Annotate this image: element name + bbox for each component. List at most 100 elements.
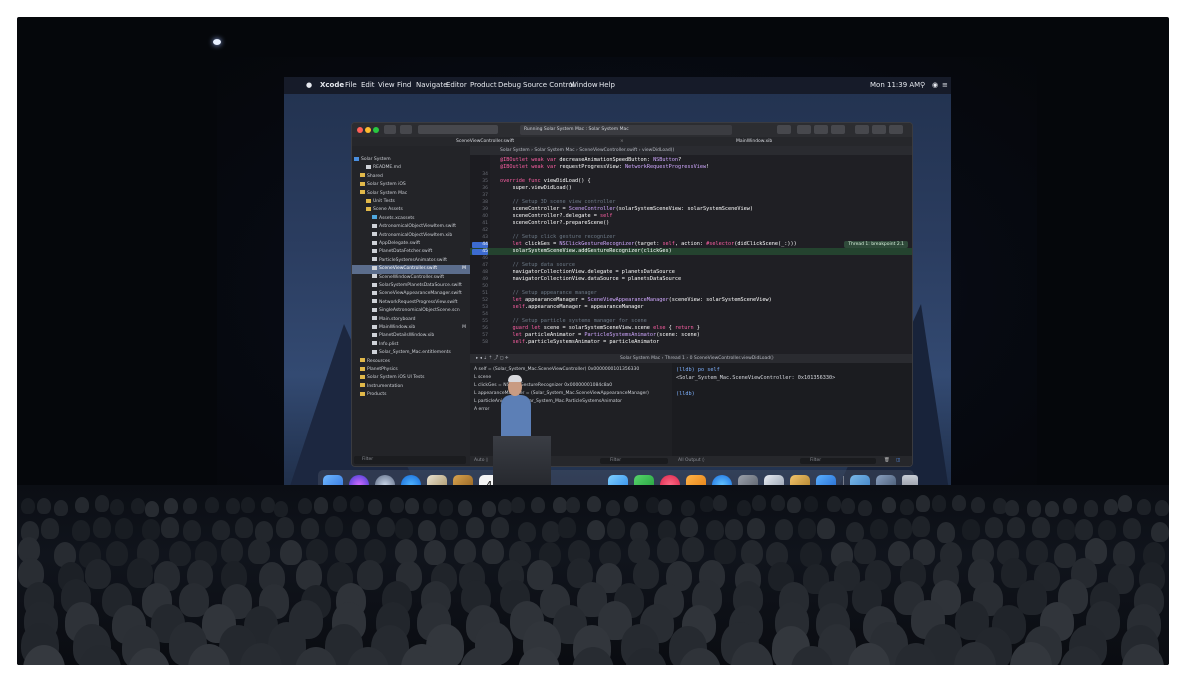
code-line[interactable]: override func viewDidLoad() {	[500, 178, 910, 185]
close-tab-icon[interactable]: ×	[620, 137, 624, 146]
trash-icon[interactable]: 🗑	[884, 456, 890, 466]
run-button[interactable]	[384, 125, 396, 134]
menu-editor[interactable]: Editor	[446, 77, 467, 94]
navigator-item[interactable]: Unit Tests	[352, 198, 470, 206]
menu-source-control[interactable]: Source Control	[523, 77, 575, 94]
menu-find[interactable]: Find	[397, 77, 411, 94]
menu-help[interactable]: Help	[599, 77, 615, 94]
navigator-item[interactable]: PlanetDataFetcher.swift	[352, 248, 470, 256]
navigator-item[interactable]: AstronomicalObjectViewItem.xib	[352, 232, 470, 240]
zoom-window-icon[interactable]	[373, 127, 379, 133]
navigator-item[interactable]: Instrumentation	[352, 383, 470, 391]
scheme-selector[interactable]	[418, 125, 498, 134]
audience-head	[352, 518, 371, 540]
navigator-item[interactable]: ParticleSystemsAnimator.swift	[352, 257, 470, 265]
tab-main-window[interactable]: MainWindow.xib	[736, 137, 772, 146]
code-line[interactable]: // Setup click gesture recognizer	[500, 234, 910, 241]
navigator-item[interactable]: AstronomicalObjectViewItem.swift	[352, 223, 470, 231]
menu-view[interactable]: View	[378, 77, 395, 94]
all-output-selector[interactable]: All Output ◊	[678, 456, 704, 466]
code-line[interactable]: @IBOutlet weak var requestProgressView: …	[500, 164, 910, 171]
audience-head	[481, 500, 496, 517]
navigator-item[interactable]: Products	[352, 391, 470, 399]
navigator-item[interactable]: README.md	[352, 164, 470, 172]
version-editor-button[interactable]	[831, 125, 845, 134]
navigator-item[interactable]: SceneWindowController.swift	[352, 274, 470, 282]
code-line[interactable]: solarSystemSceneView.addGestureRecognize…	[500, 248, 910, 255]
code-line[interactable]: // Setup data source	[500, 262, 910, 269]
navigator-item[interactable]: Scene Assets	[352, 206, 470, 214]
audience-head	[740, 539, 763, 565]
code-line[interactable]: self.appearanceManager = appearanceManag…	[500, 304, 910, 311]
debug-bar: ▸ ◂ ⇣ ⇡ ⤴ ◻ ✈ Solar System Mac › Thread …	[470, 354, 912, 363]
variable-row[interactable]: L scene	[474, 374, 670, 382]
code-line[interactable]: let appearanceManager = SceneViewAppeara…	[500, 297, 910, 304]
navigator-item[interactable]: Solar_System_Mac.entitlements	[352, 349, 470, 357]
code-line[interactable]: let particleAnimator = ParticleSystemsAn…	[500, 332, 910, 339]
toggle-debug-area-button[interactable]	[872, 125, 886, 134]
code-line[interactable]: // Setup 3D scene view controller	[500, 199, 910, 206]
navigator-item[interactable]: MainWindow.xib M	[352, 324, 470, 332]
menu-navigate[interactable]: Navigate	[416, 77, 447, 94]
code-line[interactable]: guard let scene = solarSystemSceneView.s…	[500, 325, 910, 332]
menu-window[interactable]: Window	[570, 77, 598, 94]
navigator-item[interactable]: PlanetPhysics	[352, 366, 470, 374]
code-line[interactable]: self.particleSystemsAnimator = particleA…	[500, 339, 910, 346]
menubar-clock[interactable]: Mon 11:39 AM	[870, 77, 920, 94]
navigator-item[interactable]: SceneViewAppearanceManager.swift	[352, 290, 470, 298]
auto-selector[interactable]: Auto ◊	[474, 456, 488, 466]
navigator-item[interactable]: SingleAstronomicalObjectScene.scn	[352, 307, 470, 315]
debug-breadcrumb[interactable]: Solar System Mac › Thread 1 › 0 SceneVie…	[620, 354, 774, 363]
navigator-item[interactable]: SolarSystemPlanetsDataSource.swift	[352, 282, 470, 290]
menu-debug[interactable]: Debug	[498, 77, 521, 94]
navigator-item[interactable]: Solar System iOS	[352, 181, 470, 189]
navigator-item[interactable]: Solar System iOS UI Tests	[352, 374, 470, 382]
code-line[interactable]: sceneController = SceneController(solarS…	[500, 206, 910, 213]
thread-breakpoint-badge[interactable]: Thread 1: breakpoint 2.1	[844, 241, 908, 248]
navigator-item[interactable]: Solar System	[352, 156, 470, 164]
code-line[interactable]: sceneController?.delegate = self	[500, 213, 910, 220]
notification-center-icon[interactable]: ≡	[942, 77, 948, 94]
menu-app-name[interactable]: Xcode	[320, 77, 344, 94]
code-line[interactable]: sceneController?.prepareScene()	[500, 220, 910, 227]
audience-head	[882, 497, 897, 514]
standard-editor-button[interactable]	[797, 125, 811, 134]
menu-file[interactable]: File	[345, 77, 357, 94]
code-line[interactable]: navigatorCollectionView.dataSource = pla…	[500, 276, 910, 283]
apple-menu-icon[interactable]: ●	[306, 77, 312, 94]
navigator-item[interactable]: PlanetDetailsWindow.xib	[352, 332, 470, 340]
navigator-item[interactable]: Info.plist	[352, 341, 470, 349]
navigator-item[interactable]: SceneViewController.swift M	[352, 265, 470, 274]
navigator-item[interactable]: AppDelegate.swift	[352, 240, 470, 248]
variable-row[interactable]: L clickGes = NSClickGestureRecognizer 0x…	[474, 382, 670, 390]
code-line[interactable]: navigatorCollectionView.delegate = plane…	[500, 269, 910, 276]
code-line[interactable]: super.viewDidLoad()	[500, 185, 910, 192]
variable-row[interactable]: A self = (Solar_System_Mac.SceneViewCont…	[474, 366, 670, 374]
split-view-icon[interactable]: ◫	[896, 456, 900, 466]
navigator-item[interactable]: Shared	[352, 173, 470, 181]
navigator-item[interactable]: Solar System Mac	[352, 190, 470, 198]
code-line[interactable]: @IBOutlet weak var decreaseAnimationSpee…	[500, 157, 910, 164]
navigator-item[interactable]: NetworkRequestProgressView.swift	[352, 299, 470, 307]
debug-controls[interactable]: ▸ ◂ ⇣ ⇡ ⤴ ◻ ✈	[476, 354, 509, 363]
menu-edit[interactable]: Edit	[361, 77, 375, 94]
toggle-inspector-button[interactable]	[889, 125, 903, 134]
minimize-window-icon[interactable]	[365, 127, 371, 133]
assistant-editor-button[interactable]	[814, 125, 828, 134]
navigator-item[interactable]: Resources	[352, 358, 470, 366]
file-icon	[372, 282, 377, 287]
jump-bar[interactable]: Solar System › Solar System Mac › SceneV…	[470, 146, 912, 155]
tab-scene-view-controller[interactable]: SceneViewController.swift	[456, 137, 514, 146]
code-line[interactable]: // Setup particle systems manager for sc…	[500, 318, 910, 325]
code-line[interactable]: // Setup appearance manager	[500, 290, 910, 297]
toggle-navigator-button[interactable]	[855, 125, 869, 134]
siri-icon[interactable]: ◉	[932, 77, 938, 94]
library-button[interactable]	[777, 125, 791, 134]
menu-product[interactable]: Product	[470, 77, 497, 94]
spotlight-icon[interactable]: ⚲	[920, 77, 925, 94]
navigator-item[interactable]: Assets.xcassets	[352, 215, 470, 223]
close-window-icon[interactable]	[357, 127, 363, 133]
stop-button[interactable]	[400, 125, 412, 134]
navigator-filter-field[interactable]: Filter	[354, 456, 466, 464]
navigator-item[interactable]: Main.storyboard	[352, 316, 470, 324]
